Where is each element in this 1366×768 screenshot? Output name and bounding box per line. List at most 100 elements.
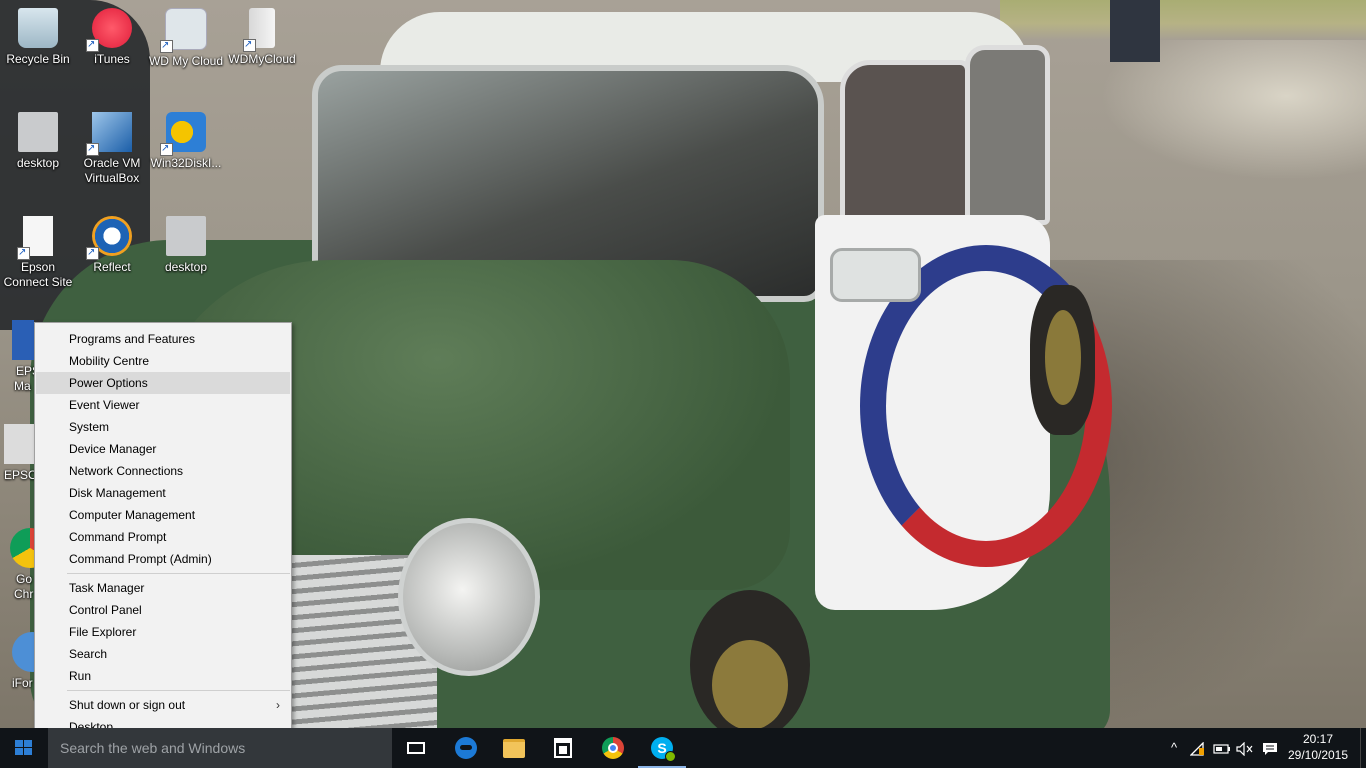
wallpaper-car-mirror [830,248,921,302]
taskbar-file-explorer-button[interactable] [490,728,538,768]
store-icon [554,738,572,758]
taskbar-edge-button[interactable] [442,728,490,768]
menu-item-network-connections[interactable]: Network Connections [36,460,290,482]
show-desktop-button[interactable] [1360,728,1366,768]
start-button[interactable] [0,728,48,768]
menu-separator [67,690,290,691]
desktop-icon-desktop[interactable]: desktop [0,104,76,171]
menu-item-programs-and-features[interactable]: Programs and Features [36,328,290,350]
menu-item-search[interactable]: Search [36,643,290,665]
menu-item-computer-management[interactable]: Computer Management [36,504,290,526]
edge-icon [455,737,477,759]
shortcut-arrow-icon [17,245,30,260]
menu-item-mobility-centre[interactable]: Mobility Centre [36,350,290,372]
menu-item-disk-management[interactable]: Disk Management [36,482,290,504]
shortcut-arrow-icon [160,38,173,53]
settings-file-icon [18,112,58,152]
menu-item-command-prompt[interactable]: Command Prompt [36,526,290,548]
desktop-icon-label: Recycle Bin [6,52,70,66]
desktop-icon-recycle-bin[interactable]: Recycle Bin [0,0,76,67]
tray-volume-muted-icon[interactable] [1233,728,1257,768]
shortcut-arrow-icon [243,37,256,52]
desktop-icon-label: Win32DiskI... [150,156,222,170]
taskbar-clock[interactable]: 20:17 29/10/2015 [1282,731,1354,763]
desktop-icon-label: Epson Connect Site [3,260,73,289]
wallpaper-car-headlight [398,518,540,676]
desktop-icon-label: desktop [16,156,60,170]
desktop-icon-label: Reflect [93,260,131,274]
desktop-icon-desktop-2[interactable]: desktop [148,208,224,275]
wallpaper-person-legs [1110,0,1160,62]
desktop-icon-win32diskimager[interactable]: Win32DiskI... [148,104,224,171]
desktop-icon-google-chrome[interactable]: Go Chr [0,520,34,602]
desktop-icon-itunes[interactable]: iTunes [74,0,150,67]
chevron-right-icon: › [276,698,280,712]
shortcut-arrow-icon [86,141,99,156]
skype-icon: S [651,737,676,762]
desktop-icon-epson-connect[interactable]: Epson Connect Site [0,208,76,290]
virtualbox-icon [86,112,132,156]
folder-icon [503,738,525,758]
desktop-icon-wdmycloud[interactable]: WDMyCloud [224,0,300,67]
shortcut-arrow-icon [160,141,173,156]
epson-icon [4,424,34,464]
status-dot-icon [665,751,676,762]
desktop-icon-wd-my-cloud[interactable]: WD My Cloud [148,0,224,69]
desktop-icon-label: WD My Cloud [148,54,223,68]
desktop-icon-label: iTunes [94,52,130,66]
taskbar-chrome-button[interactable] [589,728,637,768]
desktop-icon-label: EPSO [4,468,34,482]
chrome-icon [10,528,34,568]
taskbar: Search the web and Windows S ^ 20:17 29/… [0,728,1366,768]
app-icon [12,632,34,672]
desktop-icon-label: WDMyCloud [228,52,296,66]
recycle-bin-icon [18,8,58,48]
search-box[interactable]: Search the web and Windows [48,728,392,768]
menu-item-command-prompt-admin[interactable]: Command Prompt (Admin) [36,548,290,570]
itunes-icon [86,8,132,52]
clock-date: 29/10/2015 [1287,748,1349,762]
taskbar-skype-button[interactable]: S [638,728,686,768]
epson-icon [12,320,34,360]
desktop-icon-label: Ma [14,379,31,393]
settings-file-icon [166,216,206,256]
task-view-button[interactable] [392,728,440,768]
desktop-icon-label: desktop [164,260,208,274]
clock-time: 20:17 [1302,732,1334,746]
desktop-icon-label: Chr [14,587,34,601]
desktop-icon-reflect[interactable]: Reflect [74,208,150,275]
menu-item-shut-down-or-sign-out[interactable]: Shut down or sign out › [36,694,290,716]
power-user-menu: Programs and Features Mobility Centre Po… [34,322,292,740]
action-center-icon[interactable] [1258,728,1282,768]
tray-battery-icon[interactable] [1210,728,1234,768]
taskbar-store-button[interactable] [539,728,587,768]
show-hidden-icons-chevron-up-icon[interactable]: ^ [1162,728,1186,768]
tray-wifi-warning-icon[interactable] [1186,728,1210,768]
menu-item-task-manager[interactable]: Task Manager [36,577,290,599]
menu-item-control-panel[interactable]: Control Panel [36,599,290,621]
menu-item-system[interactable]: System [36,416,290,438]
menu-item-label: Shut down or sign out [69,698,186,712]
desktop-icon-epson[interactable]: EPSO [0,416,34,483]
menu-item-run[interactable]: Run [36,665,290,687]
menu-item-device-manager[interactable]: Device Manager [36,438,290,460]
menu-item-event-viewer[interactable]: Event Viewer [36,394,290,416]
desktop-icon-label: Oracle VM VirtualBox [83,156,141,185]
shortcut-arrow-icon [86,37,99,52]
desktop-icon-iforgot[interactable]: iFor [0,624,34,691]
menu-item-power-options[interactable]: Power Options [36,372,290,394]
desktop-icon-epson-manual[interactable]: EPS Ma [0,312,34,394]
menu-item-file-explorer[interactable]: File Explorer [36,621,290,643]
win32-disk-imager-icon [160,112,206,156]
chrome-icon [602,737,624,759]
windows-logo-icon [15,740,33,756]
wd-my-cloud-icon [160,8,207,53]
wallpaper-car-rim [712,640,788,728]
wallpaper-car-window [965,45,1050,225]
menu-separator [67,573,290,574]
desktop-icon-label: Go [16,572,33,586]
reflect-icon [86,216,132,260]
desktop-icon-virtualbox[interactable]: Oracle VM VirtualBox [74,104,150,186]
drive-icon [243,8,275,52]
wallpaper-car-rim [1045,310,1081,405]
